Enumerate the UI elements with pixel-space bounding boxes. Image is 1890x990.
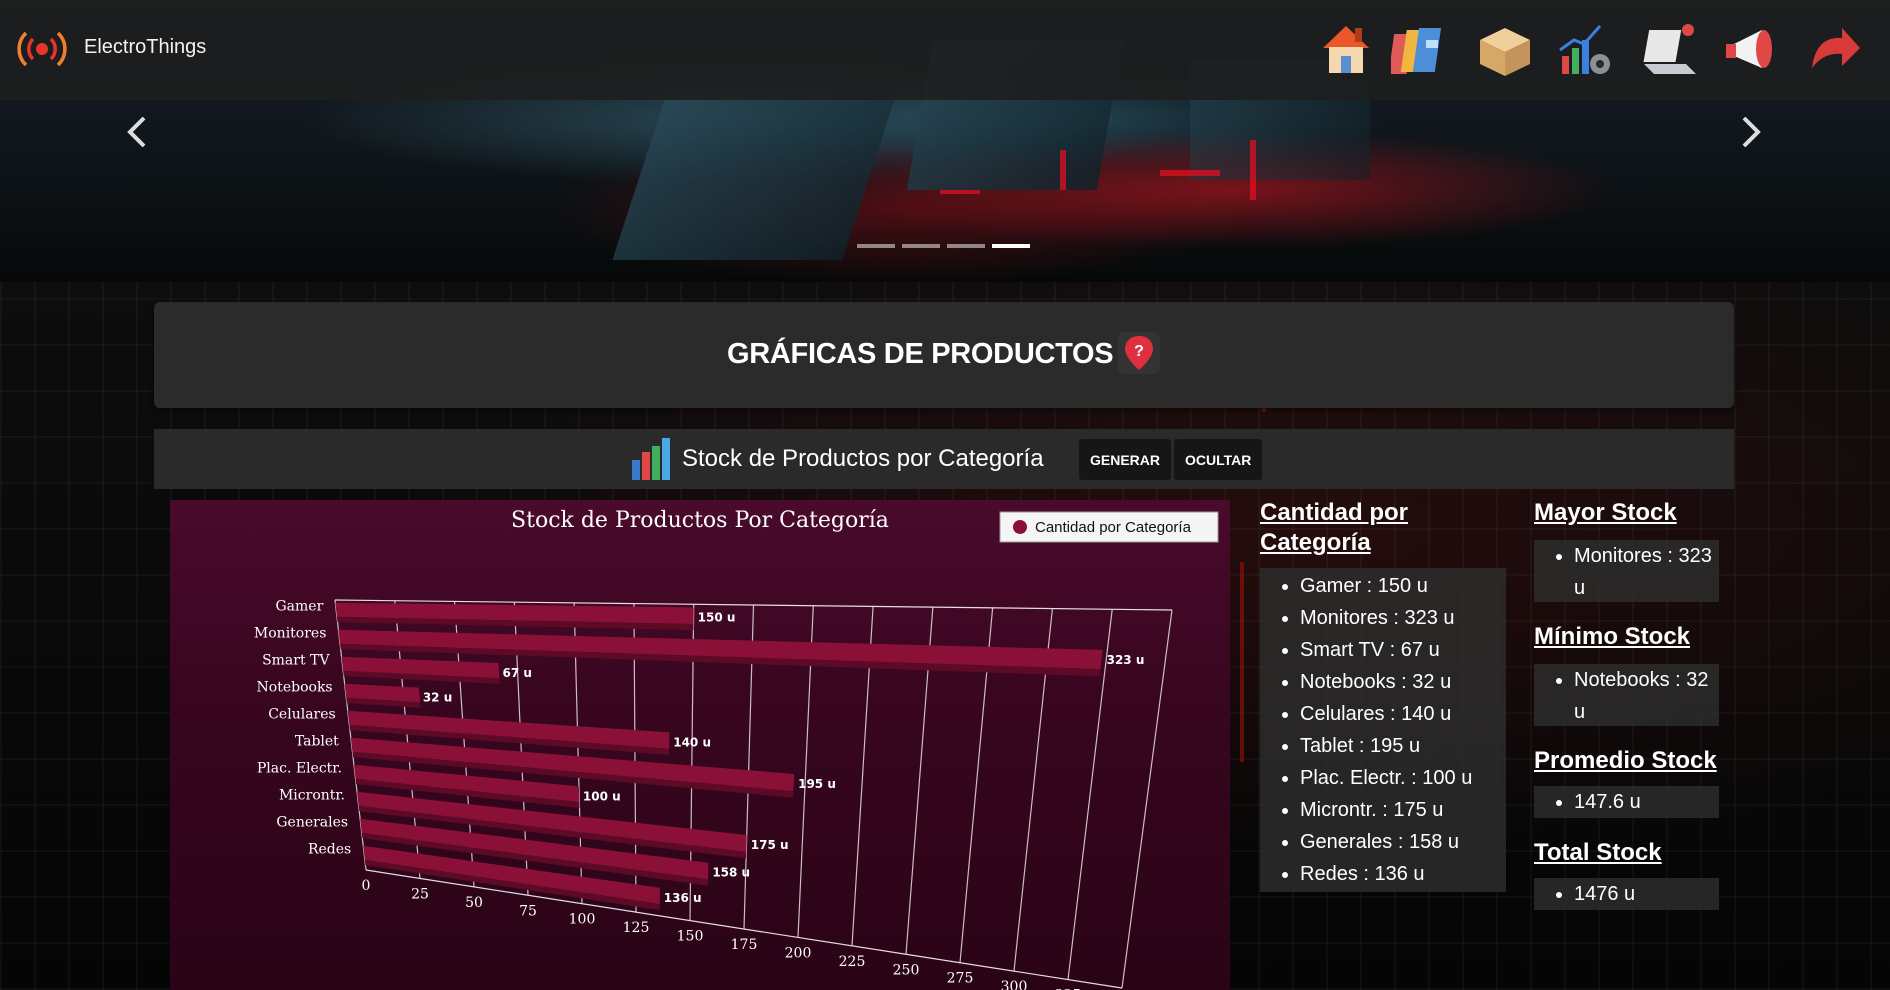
title-panel: GRÁFICAS DE PRODUCTOS ?	[154, 302, 1734, 408]
broadcast-icon[interactable]	[17, 28, 67, 70]
chart-tick-label: 50	[465, 895, 483, 911]
category-stat-item: Generales : 158 u	[1300, 826, 1506, 858]
category-stat-item: Monitores : 323 u	[1300, 602, 1506, 634]
chart-gear-icon[interactable]	[1554, 14, 1616, 84]
chart-data-label: 32 u	[423, 691, 452, 705]
carousel-indicator[interactable]	[947, 244, 985, 248]
hide-button[interactable]: OCULTAR	[1174, 439, 1263, 480]
category-stats-title: Cantidad por Categoría	[1260, 499, 1408, 556]
chart-tick-label: 25	[411, 886, 429, 902]
box-icon[interactable]	[1474, 14, 1536, 84]
chart-data-label: 100 u	[583, 789, 621, 803]
house-icon[interactable]	[1315, 14, 1377, 84]
chart-data-label: 175 u	[751, 838, 789, 852]
chart-svg: Stock de Productos Por Categoría Cantidad…	[254, 508, 1219, 990]
chart-tick-label: 150	[677, 929, 704, 945]
max-stock-box: Monitores : 323 u	[1534, 540, 1719, 602]
avg-stock-box: 147.6 u	[1534, 786, 1719, 818]
chart-data-label: 150 u	[698, 610, 736, 624]
bar-chart-icon	[632, 438, 670, 480]
exit-arrow-icon[interactable]	[1804, 14, 1866, 84]
chart-tick-label: 175	[731, 937, 758, 953]
chart-tick-label: 200	[785, 945, 812, 961]
min-stock-value: Notebooks : 32 u	[1574, 664, 1719, 728]
chart-data-label: 136 u	[664, 891, 702, 905]
carousel-indicator[interactable]	[902, 244, 940, 248]
chart-data-label: 158 u	[712, 866, 750, 880]
chart-category-label: Generales	[276, 815, 348, 831]
chart-category-label: Plac. Electr.	[257, 761, 342, 777]
chart-tick-label: 75	[519, 903, 537, 919]
chart-category-label: Smart TV	[262, 653, 330, 669]
chart-category-label: Celulares	[268, 707, 335, 723]
chart-category-label: Redes	[308, 842, 351, 858]
chart-data-label: 323 u	[1107, 653, 1145, 667]
max-stock-value: Monitores : 323 u	[1574, 540, 1719, 604]
chart-data-label: 195 u	[798, 777, 836, 791]
chart-tick-label: 275	[947, 971, 974, 987]
chart-legend-label: Cantidad por Categoría	[1035, 519, 1192, 536]
chart-data-label: 140 u	[673, 735, 711, 749]
avg-stock-value: 147.6 u	[1574, 786, 1719, 818]
chart-section-title: Stock de Productos por Categoría	[682, 445, 1044, 472]
category-stat-item: Tablet : 195 u	[1300, 730, 1506, 762]
stock-bar-chart: Stock de Productos Por Categoría Cantidad…	[170, 500, 1230, 990]
chart-data-label: 67 u	[502, 666, 531, 680]
chart-tick-label: 225	[839, 954, 866, 970]
max-stock-title: Mayor Stock	[1534, 499, 1677, 526]
carousel-prev-icon[interactable]	[118, 112, 158, 152]
chart-legend-marker	[1013, 520, 1027, 534]
chart-tick-label: 250	[893, 962, 920, 978]
chart-gridline-y	[365, 869, 1123, 989]
chart-category-label: Microntr.	[279, 788, 345, 804]
chart-category-label: Tablet	[295, 734, 339, 750]
chart-category-label: Gamer	[276, 599, 324, 615]
chart-tick-label: 125	[623, 920, 650, 936]
chart-tick-label: 0	[362, 878, 371, 894]
total-stock-box: 1476 u	[1534, 878, 1719, 910]
brand-name[interactable]: ElectroThings	[84, 36, 206, 59]
category-stat-item: Plac. Electr. : 100 u	[1300, 762, 1506, 794]
svg-text:?: ?	[1134, 343, 1144, 360]
carousel-indicator-active[interactable]	[992, 244, 1030, 248]
category-stat-item: Redes : 136 u	[1300, 858, 1506, 890]
avg-stock-title: Promedio Stock	[1534, 747, 1717, 774]
category-stat-item: Smart TV : 67 u	[1300, 634, 1506, 666]
carousel-indicators	[857, 244, 1030, 248]
min-stock-box: Notebooks : 32 u	[1534, 664, 1719, 726]
chart-tick-label: 300	[1001, 979, 1028, 990]
chart-section-header: Stock de Productos por Categoría GENERAR…	[154, 429, 1734, 489]
chart-tick-label: 100	[569, 912, 596, 928]
megaphone-icon[interactable]	[1720, 14, 1782, 84]
carousel-next-icon[interactable]	[1730, 112, 1770, 152]
total-stock-value: 1476 u	[1574, 878, 1719, 910]
category-stat-item: Microntr. : 175 u	[1300, 794, 1506, 826]
category-stats-list: Gamer : 150 uMonitores : 323 uSmart TV :…	[1260, 568, 1506, 892]
category-stat-item: Gamer : 150 u	[1300, 570, 1506, 602]
question-icon[interactable]: ?	[1116, 330, 1162, 376]
carousel-indicator[interactable]	[857, 244, 895, 248]
total-stock-title: Total Stock	[1534, 839, 1662, 866]
chart-category-label: Notebooks	[257, 680, 333, 696]
category-stat-item: Notebooks : 32 u	[1300, 666, 1506, 698]
category-stat-item: Celulares : 140 u	[1300, 698, 1506, 730]
min-stock-title: Mínimo Stock	[1534, 623, 1691, 650]
generate-button[interactable]: GENERAR	[1079, 439, 1172, 480]
chart-category-label: Monitores	[254, 626, 326, 642]
top-navbar: ElectroThings	[0, 0, 1890, 100]
folders-icon[interactable]	[1388, 14, 1453, 84]
laptop-icon[interactable]	[1640, 14, 1702, 84]
page-title: GRÁFICAS DE PRODUCTOS	[727, 338, 1114, 370]
chart-title: Stock de Productos Por Categoría	[511, 508, 889, 533]
